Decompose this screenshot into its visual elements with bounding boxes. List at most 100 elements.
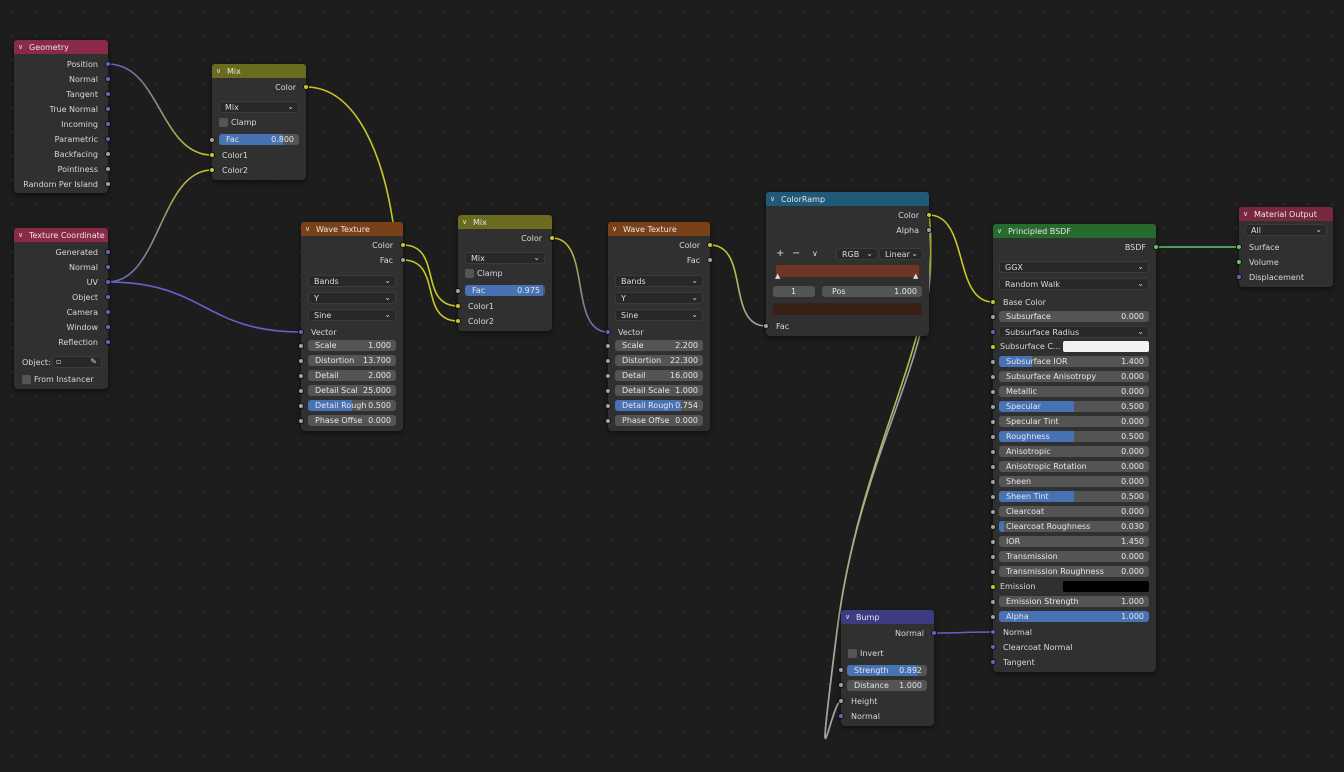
output-surface-socket[interactable] [1236,244,1242,250]
bsdf-anisotropic-field[interactable]: Anisotropic 0.000 [999,446,1149,457]
mix1-fac-socket[interactable] [209,137,215,143]
texcoord-uv-socket[interactable] [105,279,111,285]
bsdf-sheen-socket[interactable] [990,479,996,485]
bsdf-subsurface-socket[interactable] [990,314,996,320]
texcoord-window-socket[interactable] [105,324,111,330]
output-target-dropdown[interactable]: All ⌄ [1245,224,1327,236]
mix2-color1-socket[interactable] [455,303,461,309]
wave2-detail-scale-field[interactable]: Detail Scale 1.000 [615,385,703,396]
texcoord-object-socket[interactable] [105,294,111,300]
bsdf-subsurface-method-dropdown[interactable]: Random Walk ⌄ [999,278,1149,290]
bsdf-ior-socket[interactable] [990,539,996,545]
wave1-profile-dropdown[interactable]: Sine ⌄ [308,309,396,321]
bsdf-subsurface-field[interactable]: Subsurface 0.000 [999,311,1149,322]
mix1-clamp-checkbox[interactable] [219,118,228,127]
bsdf-specular-tint-field[interactable]: Specular Tint 0.000 [999,416,1149,427]
bsdf-subsurface-anisotropy-field[interactable]: Subsurface Anisotropy 0.000 [999,371,1149,382]
bsdf-tangent-socket[interactable] [990,659,996,665]
bsdf-base-color-socket[interactable] [990,299,996,305]
output-volume-socket[interactable] [1236,259,1242,265]
chevron-down-icon[interactable]: ∨ [997,227,1005,235]
wave2-detail-rough-socket[interactable] [605,403,611,409]
bump-strength-socket[interactable] [838,667,844,673]
add-stop-button[interactable]: + [776,248,784,259]
wave1-header[interactable]: ∨ Wave Texture [301,222,403,236]
bsdf-metallic-socket[interactable] [990,389,996,395]
geometry-backfacing-socket[interactable] [105,151,111,157]
ramp-menu-button[interactable]: ∨ [812,249,818,258]
bsdf-normal-socket[interactable] [990,629,996,635]
bsdf-subsurface-c-swatch[interactable] [1063,341,1149,352]
chevron-down-icon[interactable]: ∨ [1243,210,1251,218]
mix1-color1-socket[interactable] [209,152,215,158]
mix-node-2-header[interactable]: ∨ Mix [458,215,552,229]
wave1-distortion-field[interactable]: Distortion 13.700 [308,355,396,366]
mix1-color2-socket[interactable] [209,167,215,173]
bsdf-anisotropic-rotation-socket[interactable] [990,464,996,470]
bsdf-distribution-dropdown[interactable]: GGX ⌄ [999,261,1149,273]
bsdf-clearcoat-roughness-socket[interactable] [990,524,996,530]
mix2-fac-slider[interactable]: Fac 0.975 [465,285,545,296]
wave2-detail-socket[interactable] [605,373,611,379]
bsdf-subsurface-radius-dropdown[interactable]: Subsurface Radius ⌄ [999,326,1149,338]
wave2-fac-socket[interactable] [707,257,713,263]
ramp-fac-socket[interactable] [763,323,769,329]
wave2-distortion-field[interactable]: Distortion 22.300 [615,355,703,366]
bump-node[interactable]: ∨ Bump Normal Invert Strength 0.892 Dista… [838,610,937,726]
bsdf-anisotropic-rotation-field[interactable]: Anisotropic Rotation 0.000 [999,461,1149,472]
mix2-color2-socket[interactable] [455,318,461,324]
mix1-blend-dropdown[interactable]: Mix ⌄ [219,101,299,113]
bsdf-transmission-socket[interactable] [990,554,996,560]
bump-height-socket[interactable] [838,698,844,704]
bsdf-subsurface-ior-field[interactable]: Subsurface IOR 1.400 [999,356,1149,367]
eyedropper-icon[interactable]: ✎ [90,357,97,366]
wave1-phase-offse-socket[interactable] [298,418,304,424]
bsdf-transmission-roughness-socket[interactable] [990,569,996,575]
bsdf-subsurface-anisotropy-socket[interactable] [990,374,996,380]
wave2-scale-socket[interactable] [605,343,611,349]
bsdf-clearcoat-field[interactable]: Clearcoat 0.000 [999,506,1149,517]
bump-strength-slider[interactable]: Strength 0.892 [847,665,927,676]
ramp-color-socket[interactable] [926,212,932,218]
bsdf-alpha-field[interactable]: Alpha 1.000 [999,611,1149,622]
geometry-incoming-socket[interactable] [105,121,111,127]
ramp-stop-index-field[interactable]: 1 [773,286,815,297]
bump-header[interactable]: ∨ Bump [841,610,934,624]
geometry-tangent-socket[interactable] [105,91,111,97]
ramp-mode-dropdown[interactable]: RGB ⌄ [836,248,878,260]
output-displacement-socket[interactable] [1236,274,1242,280]
bump-normal-out-socket[interactable] [931,630,937,636]
ramp-stop-left-marker[interactable]: ▲ [775,272,780,280]
ramp-stop-right-marker[interactable]: ▲ [913,272,918,280]
bump-distance-field[interactable]: Distance 1.000 [847,680,927,691]
texture-coordinate-node[interactable]: ∨ Texture Coordinate Generated Normal UV… [14,228,111,389]
wave1-detail-rough-socket[interactable] [298,403,304,409]
bsdf-roughness-socket[interactable] [990,434,996,440]
mix1-fac-slider[interactable]: Fac 0.800 [219,134,299,145]
color-ramp-node[interactable]: ∨ ColorRamp Color Alpha + − ∨ RGB ⌄ Linea… [763,192,932,336]
chevron-down-icon[interactable]: ∨ [18,43,26,51]
wave2-phase-offse-field[interactable]: Phase Offse 0.000 [615,415,703,426]
bump-distance-socket[interactable] [838,682,844,688]
ramp-alpha-socket[interactable] [926,227,932,233]
wave2-type-dropdown[interactable]: Bands ⌄ [615,275,703,287]
texture-coordinate-header[interactable]: ∨ Texture Coordinate [14,228,108,242]
texcoord-generated-socket[interactable] [105,249,111,255]
remove-stop-button[interactable]: − [792,248,800,259]
bsdf-specular-tint-socket[interactable] [990,419,996,425]
wave1-detail-scal-field[interactable]: Detail Scal 25.000 [308,385,396,396]
mix-node-1[interactable]: ∨ Mix Color Mix ⌄ Clamp Fac 0.800 Color1 C… [209,64,309,180]
mix-node-2[interactable]: ∨ Mix Color Mix ⌄ Clamp Fac 0.975 Color1 C… [455,215,555,331]
geometry-node[interactable]: ∨ Geometry Position Normal Tangent True … [14,40,111,193]
mix1-color-out-socket[interactable] [303,84,309,90]
wave1-distortion-socket[interactable] [298,358,304,364]
wave1-detail-socket[interactable] [298,373,304,379]
wave2-vector-socket[interactable] [605,329,611,335]
bsdf-clearcoat-socket[interactable] [990,509,996,515]
bump-normal-in-socket[interactable] [838,713,844,719]
bsdf-subsurface-radius-socket[interactable] [990,329,996,335]
geometry-random-socket[interactable] [105,181,111,187]
principled-bsdf-node[interactable]: ∨ Principled BSDF BSDF GGX ⌄ Random Walk ⌄… [990,224,1159,672]
wave1-color-socket[interactable] [400,242,406,248]
wave1-detail-rough-field[interactable]: Detail Rough 0.500 [308,400,396,411]
